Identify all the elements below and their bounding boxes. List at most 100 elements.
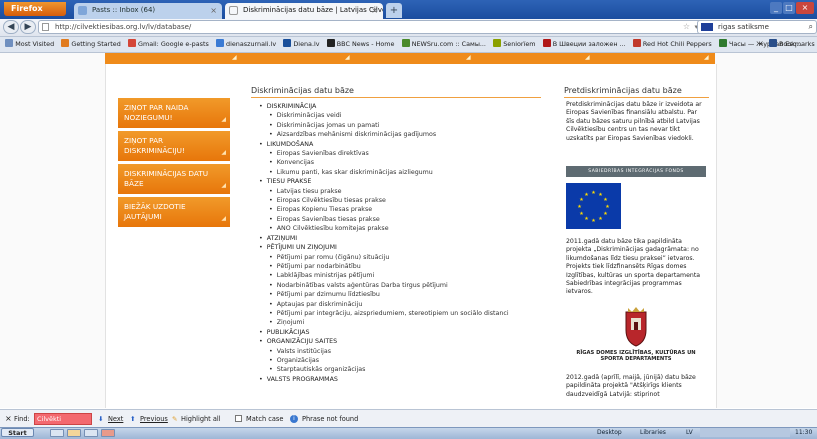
eu-flag-icon: ★ ★ ★ ★ ★ ★ ★ ★ ★ ★ ★ ★ (566, 183, 621, 229)
tree-section-link[interactable]: LIKUMDOŠANA (255, 140, 565, 149)
bookmark-most-visited[interactable]: Most Visited (5, 37, 54, 52)
bookmark-newsru[interactable]: NEWSru.com :: Самы... (401, 37, 486, 52)
tree-item-link[interactable]: Likumu panti, kas skar diskriminācijas a… (255, 168, 565, 177)
bookmarks-menu[interactable]: Bookmarks (769, 37, 815, 52)
tree-item-link[interactable]: Latvijas tiesu prakse (255, 187, 565, 196)
nav-label: Biežāk uzdotie jautājumi (124, 202, 186, 221)
nav-report-discrimination[interactable]: Ziņot par diskrimināciju! ◢ (118, 131, 230, 161)
highlight-all-button[interactable]: Highlight all (181, 410, 221, 428)
close-tab-icon[interactable]: × (371, 3, 378, 18)
bookmark-icon (401, 39, 410, 47)
tree-item-link[interactable]: Ziņojumi (255, 318, 565, 327)
nav-report-hate-crime[interactable]: Ziņot par naida noziegumu! ◢ (118, 98, 230, 128)
tree-item-link[interactable]: Labklājības ministrijas pētījumi (255, 271, 565, 280)
bookmark-seniori[interactable]: Seniorïem (493, 37, 536, 52)
bookmark-getting-started[interactable]: Getting Started (61, 37, 121, 52)
match-case-checkbox[interactable] (235, 415, 242, 422)
taskbar-app-icon[interactable] (101, 429, 115, 437)
taskbar-app-icon[interactable] (84, 429, 98, 437)
tree-item-link[interactable]: Eiropas Kopienu Tiesas prakse (255, 205, 565, 214)
bookmark-star-icon[interactable]: ☆ (683, 21, 690, 33)
tree-item-link[interactable]: Pētījumi par romu (čigānu) situāciju (255, 253, 565, 262)
tree-item-link[interactable]: Eiropas Savienības tiesas prakse (255, 215, 565, 224)
tree-section-link[interactable]: ATZIŅUMI (255, 234, 565, 243)
tree-item-link[interactable]: Pētījumi par nodarbinātību (255, 262, 565, 271)
bookmark-diena[interactable]: Diena.lv (283, 37, 320, 52)
bookmark-label: Most Visited (15, 40, 55, 48)
nav-faq[interactable]: Biežāk uzdotie jautājumi ◢ (118, 197, 230, 227)
bookmark-shvecii[interactable]: В Швеции заложен ... (542, 37, 626, 52)
bookmarks-overflow-icon[interactable]: » (759, 37, 763, 52)
strip-mark-icon: ◢ (232, 54, 237, 61)
tree-item-link[interactable]: Pētījumi par integrāciju, aizspriedumiem… (255, 309, 565, 318)
libraries-toolbar[interactable]: Libraries (640, 427, 666, 438)
firefox-menu-button[interactable]: Firefox (4, 2, 66, 16)
tab-database[interactable]: Diskriminācijas datu bāze | Latvijas Cil… (225, 3, 383, 19)
maximize-icon[interactable]: □ (783, 2, 795, 14)
corner-mark-icon: ◢ (221, 149, 226, 156)
tray-icons[interactable] (700, 428, 790, 437)
bookmark-label: dienaszurnali.lv (226, 40, 277, 48)
close-tab-icon[interactable]: × (210, 3, 217, 18)
bookmark-rhcp[interactable]: Red Hot Chili Peppers (632, 37, 712, 52)
bookmark-dienaszurnali[interactable]: dienaszurnali.lv (216, 37, 276, 52)
bookmark-gmail[interactable]: Gmail: Google e-pasts (128, 37, 209, 52)
category-tree: DISKRIMINĀCIJADiskriminācijas veidiDiskr… (255, 102, 565, 384)
bookmark-bbc[interactable]: BBC News - Home (326, 37, 394, 52)
desktop-toolbar[interactable]: Desktop (597, 427, 622, 438)
find-previous-button[interactable]: Previous (140, 410, 168, 428)
url-input[interactable]: http://cilvektiesibas.org.lv/lv/database… (38, 20, 743, 34)
tree-item-link[interactable]: Aizsardzības mehānismi diskriminācijas g… (255, 130, 565, 139)
tree-item-link[interactable]: Nodarbinātības valsts aģentūras Darba ti… (255, 281, 565, 290)
language-indicator[interactable]: LV (686, 427, 693, 438)
taskbar-app-icon[interactable] (67, 429, 81, 437)
sidebar-paragraph: Pretdiskriminācijas datu bāze ir izveido… (566, 101, 702, 142)
bookmark-icon (719, 39, 727, 47)
tree-item-link[interactable]: Diskriminācijas jomas un pamati (255, 121, 565, 130)
bookmark-icon (61, 39, 70, 47)
taskbar (0, 427, 817, 439)
tree-section-link[interactable]: ORGANIZĀCIJU SAITES (255, 337, 565, 346)
bookmark-label: Seniorïem (503, 40, 536, 48)
tree-item-link[interactable]: Starptautiskās organizācijas (255, 365, 565, 374)
svg-text:★: ★ (579, 211, 584, 217)
find-next-button[interactable]: Next (108, 410, 123, 428)
new-tab-button[interactable]: + (386, 3, 402, 18)
tree-item-link[interactable]: Diskriminācijas veidi (255, 111, 565, 120)
tree-item-link[interactable]: ANO Cilvēktiesību komitejas prakse (255, 224, 565, 233)
tree-item-link[interactable]: Pētījumi par dzimumu līdztiesību (255, 290, 565, 299)
close-window-icon[interactable]: × (796, 2, 814, 14)
arrow-up-icon: ⬆ (130, 415, 136, 423)
bookmark-icon (769, 39, 777, 47)
tree-section-link[interactable]: DISKRIMINĀCIJA (255, 102, 565, 111)
tree-section-link[interactable]: VALSTS PROGRAMMAS (255, 375, 565, 384)
close-find-icon[interactable]: × (5, 410, 12, 428)
taskbar-app-icon[interactable] (50, 429, 64, 437)
arrow-down-icon: ⬇ (98, 415, 104, 423)
tree-item-link[interactable]: Eiropas Savienības direktīvas (255, 149, 565, 158)
bookmark-icon (216, 39, 225, 47)
forward-icon[interactable]: ▶ (20, 20, 36, 34)
tab-mail[interactable]: Pasts :: Inbox (64) × (74, 3, 222, 19)
navigation-bar: ◀ ▶ http://cilvektiesibas.org.lv/lv/data… (0, 19, 817, 37)
back-icon[interactable]: ◀ (3, 20, 19, 34)
info-icon: i (290, 415, 298, 423)
mail-favicon-icon (78, 6, 87, 15)
tree-item-link[interactable]: Organizācijas (255, 356, 565, 365)
bookmark-label: В Швеции заложен ... (552, 40, 626, 48)
search-input[interactable]: rigas satiksme ⌕ (697, 20, 817, 34)
find-input[interactable]: Cilvēkti (34, 413, 92, 425)
tree-section-link[interactable]: PUBLIKĀCIJAS (255, 328, 565, 337)
tree-item-link[interactable]: Eiropas Cilvēktiesību tiesas prakse (255, 196, 565, 205)
nav-discrimination-database[interactable]: Diskriminācijas datu bāze ◢ (118, 164, 230, 194)
start-button[interactable]: Start (1, 428, 34, 437)
bookmark-label: Bookmarks (779, 40, 815, 48)
tree-section-link[interactable]: TIESU PRAKSE (255, 177, 565, 186)
tree-item-link[interactable]: Aptaujas par diskrimināciju (255, 300, 565, 309)
corner-mark-icon: ◢ (221, 116, 226, 123)
tree-item-link[interactable]: Valsts institūcijas (255, 347, 565, 356)
tree-section-link[interactable]: PĒTĪJUMI UN ZIŅOJUMI (255, 243, 565, 252)
tree-item-link[interactable]: Konvencijas (255, 158, 565, 167)
minimize-icon[interactable]: _ (770, 2, 782, 14)
search-icon[interactable]: ⌕ (809, 21, 813, 33)
